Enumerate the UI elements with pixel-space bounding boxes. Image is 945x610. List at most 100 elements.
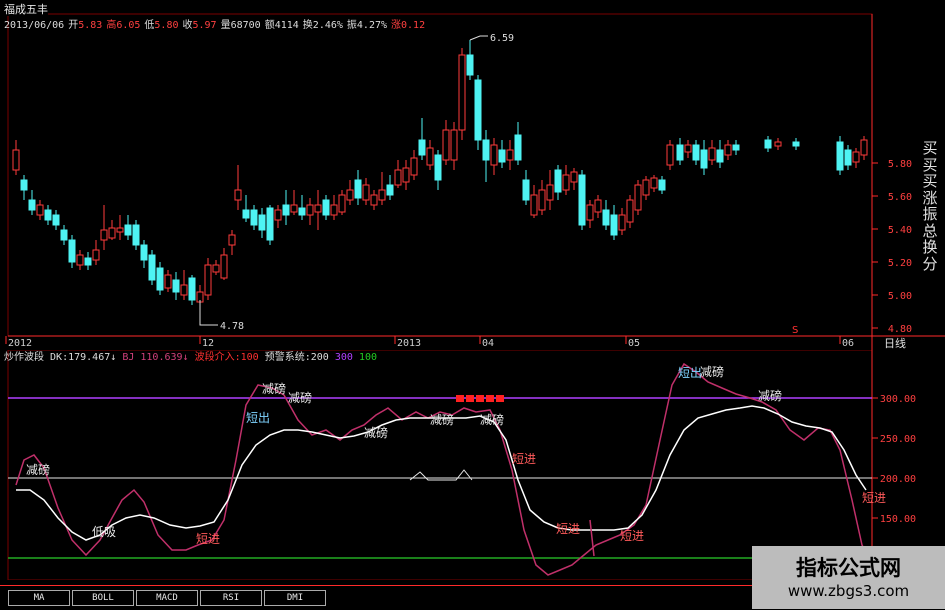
high-value: 6.05 (116, 20, 141, 31)
candle-body (290, 204, 298, 213)
candle-body (188, 277, 196, 301)
candle-body (204, 264, 212, 296)
watermark-url: www.zbgs3.com (787, 582, 910, 600)
candle-body (792, 141, 800, 147)
down-arrow-icon: ↓ (110, 352, 117, 363)
candle-body (60, 229, 68, 241)
high-label: 高 (106, 20, 117, 31)
indicator-name: 炒作波段 (4, 352, 44, 363)
candle-body (234, 189, 242, 201)
side-panel-tab[interactable]: 换 (918, 239, 942, 256)
side-panel-tab[interactable]: 振 (918, 206, 942, 223)
tab-macd[interactable]: MACD (136, 590, 198, 606)
candle-body (658, 179, 666, 191)
warn-value-b: 300 (334, 352, 353, 363)
signal-short-in: 短进 (196, 532, 220, 546)
candle-body (570, 171, 578, 183)
signal-reduce: 减磅 (26, 462, 50, 477)
candle-body (634, 184, 642, 211)
candle-body (410, 157, 418, 176)
change-value: 0.12 (401, 20, 426, 31)
indicator-tick-label: 200.00 (880, 474, 916, 485)
candle-body (274, 209, 282, 221)
side-panel-tab[interactable]: 买 (918, 156, 942, 174)
candle-body (860, 139, 868, 156)
side-panel-tab[interactable]: 买 (918, 140, 942, 157)
warn-value-a: 200 (310, 352, 329, 363)
side-panel[interactable]: 买买买涨振总换分 (918, 140, 942, 272)
candle-body (156, 267, 164, 291)
signal-short-out: 短出 (246, 411, 270, 425)
candle-body (602, 209, 610, 226)
price-tick-label: 5.60 (888, 192, 912, 203)
stock-title: 福成五丰 (4, 3, 48, 16)
candle-body (490, 144, 498, 166)
tab-dmi[interactable]: DMI (264, 590, 326, 606)
candle-body (586, 204, 594, 221)
amplitude-label: 振 (346, 20, 357, 31)
candle-body (394, 169, 402, 186)
candle-body (36, 204, 44, 216)
time-tick-label: 2013 (397, 338, 421, 349)
tab-ma[interactable]: MA (8, 590, 70, 606)
candle-body (314, 204, 322, 213)
candle-body (386, 184, 394, 196)
time-tick-label: 04 (482, 338, 494, 349)
candle-body (426, 147, 434, 166)
candle-body (84, 257, 92, 266)
candle-body (458, 54, 466, 131)
side-panel-tab[interactable]: 买 (918, 173, 942, 190)
candle-body (282, 204, 290, 216)
candle-body (482, 139, 490, 161)
candle-body (650, 177, 658, 189)
open-value: 5.83 (78, 20, 103, 31)
period-label: 日线 (884, 336, 906, 350)
candle-body (594, 199, 602, 213)
candle-body (164, 274, 172, 289)
candle-body (242, 209, 250, 219)
candle-body (250, 209, 258, 226)
candle-body (700, 149, 708, 169)
candle-body (100, 229, 108, 241)
candle-body (610, 214, 618, 236)
candle-body (322, 199, 330, 216)
candle-body (522, 179, 530, 201)
tab-rsi[interactable]: RSI (200, 590, 262, 606)
down-arrow-icon: ↓ (182, 352, 189, 363)
candle-body (402, 167, 410, 183)
price-tick-label: 4.80 (888, 324, 912, 335)
signal-short-in: 短进 (556, 522, 580, 536)
candle-body (474, 79, 482, 141)
side-panel-tab[interactable]: 分 (918, 255, 942, 273)
candles (12, 40, 868, 325)
candle-body (44, 209, 52, 221)
candle-body (346, 189, 354, 201)
volume-value: 68700 (230, 20, 261, 31)
candle-body (538, 189, 546, 211)
signal-reduce: 减磅 (700, 364, 724, 379)
signal-short-out: 短出 (678, 366, 702, 380)
candlestick-chart[interactable]: 5.80 5.60 5.40 5.20 5.00 4.80 2012 12 2013 04 05 06… (0, 0, 945, 350)
candle-body (92, 249, 100, 261)
warn-value-c: 100 (358, 352, 378, 363)
candle-body (506, 149, 514, 161)
low-value: 5.80 (154, 20, 179, 31)
candle-body (418, 139, 426, 156)
volume-label: 量 (220, 20, 231, 31)
candle-body (330, 204, 338, 216)
candle-body (530, 194, 538, 216)
candle-body (684, 144, 692, 153)
candle-body (450, 129, 458, 161)
candle-body (306, 204, 314, 216)
side-panel-tab[interactable]: 涨 (918, 189, 942, 207)
indicator-tick-label: 300.00 (880, 394, 916, 405)
high-annotation: 6.59 (490, 33, 514, 44)
tab-boll[interactable]: BOLL (72, 590, 134, 606)
signal-reduce: 减磅 (430, 412, 454, 427)
signal-reduce: 减磅 (288, 390, 312, 405)
price-tick-label: 5.20 (888, 258, 912, 269)
change-label: 涨 (391, 20, 402, 31)
side-panel-tab[interactable]: 总 (918, 222, 942, 240)
indicator-frame (7, 350, 873, 580)
candle-body (844, 149, 852, 166)
